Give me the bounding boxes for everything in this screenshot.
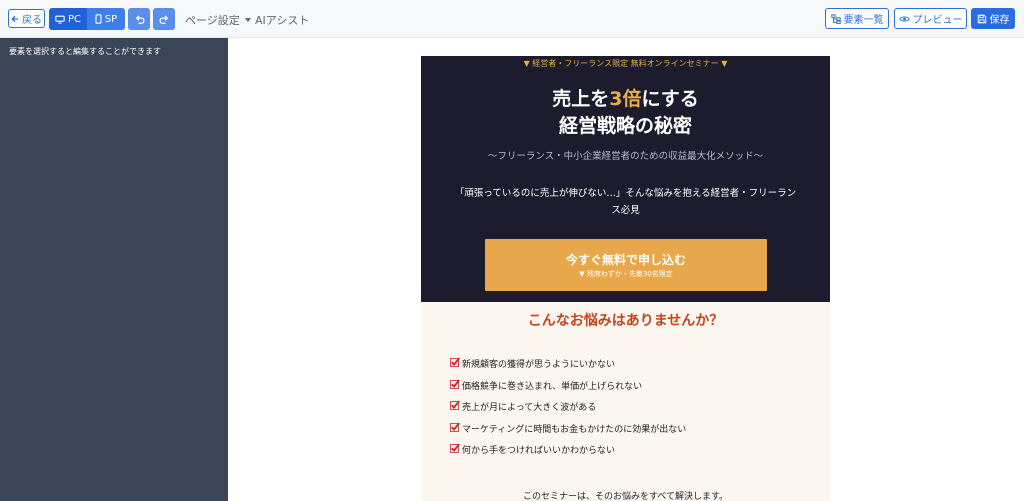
smartphone-icon (95, 14, 102, 24)
headline-line-2[interactable]: 経営戦略の秘密 (421, 111, 830, 138)
monitor-icon (55, 15, 65, 24)
page-settings-label: ページ設定 (185, 14, 240, 27)
undo-button[interactable] (128, 8, 150, 30)
pain-point-text: 何から手をつければいいかわからない (462, 446, 616, 457)
device-toggle: PC SP (49, 8, 125, 30)
checkmark-icon (450, 357, 460, 370)
back-button[interactable]: 戻る (8, 9, 45, 28)
headline-post: にする (641, 88, 699, 110)
view-pc-button[interactable]: PC (49, 8, 87, 30)
arrow-left-icon (11, 15, 19, 23)
list-item[interactable]: 何から手をつければいいかわからない (450, 439, 686, 461)
ai-assist-label: AIアシスト (255, 14, 310, 27)
save-label: 保存 (989, 15, 1010, 26)
element-tree-icon (830, 13, 841, 24)
checkmark-icon (450, 379, 460, 392)
pain-points-section[interactable]: こんなお悩みはありませんか？ 新規顧客の獲得が思うようにいかない 価格競争に巻き… (421, 302, 830, 501)
page-settings-menu[interactable]: ページ設定 (185, 12, 251, 28)
pain-points-title[interactable]: こんなお悩みはありませんか？ (421, 310, 830, 330)
hero-section[interactable]: ▼ 経営者・フリーランス限定 無料オンラインセミナー ▼ 売上を3倍にする 経営… (421, 56, 830, 302)
view-pc-label: PC (67, 13, 81, 25)
headline-pre: 売上を (552, 88, 610, 110)
seminar-badge[interactable]: ▼ 経営者・フリーランス限定 無料オンラインセミナー ▼ (421, 58, 830, 69)
editor-toolbar: 戻る PC SP ページ設定 AIアシスト 要素一覧 プレビュー 保存 (0, 0, 1024, 38)
list-item[interactable]: 売上が月によって大きく波がある (450, 396, 686, 418)
floppy-disk-icon (977, 14, 987, 24)
save-button[interactable]: 保存 (971, 8, 1015, 29)
preview-button[interactable]: プレビュー (894, 8, 967, 29)
list-item[interactable]: 価格競争に巻き込まれ、単価が上げられない (450, 375, 686, 397)
view-sp-label: SP (104, 13, 118, 25)
pain-point-text: 価格競争に巻き込まれ、単価が上げられない (462, 381, 643, 392)
ai-assist-menu[interactable]: AIアシスト (255, 12, 309, 28)
cta-button[interactable]: 今すぐ無料で申し込む ▼ 残席わずか・先着30名限定 (485, 239, 767, 291)
caret-down-icon (244, 18, 251, 22)
pain-points-list: 新規顧客の獲得が思うようにいかない 価格競争に巻き込まれ、単価が上げられない 売… (450, 353, 686, 461)
pain-point-text: 売上が月によって大きく波がある (462, 403, 597, 414)
headline-accent: 3倍 (609, 88, 642, 110)
headline-line-1[interactable]: 売上を3倍にする (421, 84, 830, 111)
undo-icon (134, 14, 145, 25)
element-list-label: 要素一覧 (843, 15, 884, 26)
pain-point-text: マーケティングに時間もお金もかけたのに効果が出ない (462, 424, 687, 435)
hero-lead-text[interactable]: 「頑張っているのに売上が伸びない…」そんな悩みを抱える経営者・フリーランス必見 (453, 185, 798, 219)
pain-point-text: 新規顧客の獲得が思うようにいかない (462, 360, 616, 371)
list-item[interactable]: 新規顧客の獲得が思うようにいかない (450, 353, 686, 375)
view-sp-button[interactable]: SP (87, 8, 125, 30)
cta-note: ▼ 残席わずか・先着30名限定 (579, 270, 673, 278)
cta-label: 今すぐ無料で申し込む (565, 253, 686, 267)
redo-button[interactable] (153, 8, 175, 30)
eye-icon (898, 15, 910, 23)
checkmark-icon (450, 400, 460, 413)
closing-statement[interactable]: このセミナーは、そのお悩みをすべて解決します。 (421, 489, 830, 501)
hero-subtitle[interactable]: 〜フリーランス・中小企業経営者のための収益最大化メソッド〜 (421, 148, 830, 162)
checkmark-icon (450, 443, 460, 456)
property-panel: 要素を選択すると編集することができます (0, 38, 228, 501)
checkmark-icon (450, 422, 460, 435)
preview-label: プレビュー (912, 15, 963, 26)
back-label: 戻る (22, 15, 42, 26)
property-panel-hint: 要素を選択すると編集することができます (9, 47, 161, 56)
landing-page-preview[interactable]: ▼ 経営者・フリーランス限定 無料オンラインセミナー ▼ 売上を3倍にする 経営… (421, 56, 830, 501)
redo-icon (159, 14, 170, 25)
list-item[interactable]: マーケティングに時間もお金もかけたのに効果が出ない (450, 418, 686, 440)
element-list-button[interactable]: 要素一覧 (825, 8, 889, 29)
